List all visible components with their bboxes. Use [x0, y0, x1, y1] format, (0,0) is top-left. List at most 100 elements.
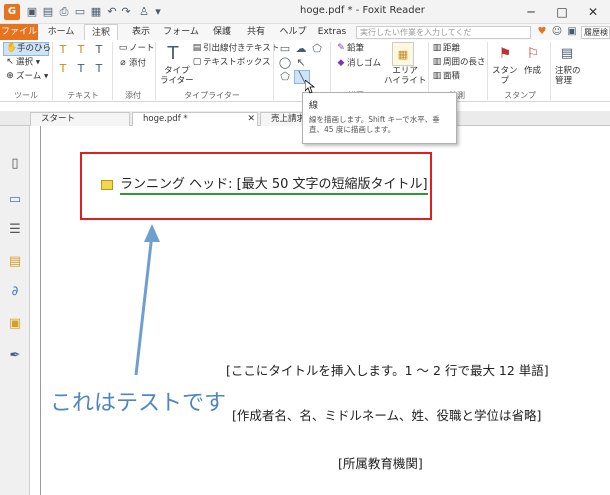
separator: [52, 42, 53, 100]
replace-text-icon[interactable]: T: [74, 62, 88, 76]
attach-file-button[interactable]: ⌀ 添付: [118, 58, 146, 70]
insert-text-icon[interactable]: T: [92, 62, 106, 76]
zoom-tool-button[interactable]: ⊕ ズーム ▾: [5, 71, 48, 83]
zoom-icon: ⊕: [6, 71, 14, 81]
tab-view[interactable]: 表示: [124, 24, 158, 40]
running-head-text[interactable]: ランニング ヘッド: [最大 50 文字の短縮版タイトル]: [120, 177, 428, 195]
left-navigation-panel: ▯ ▭ ☰ ▤ ∂ ▣ ✒: [0, 126, 30, 495]
undo-icon[interactable]: ↶: [106, 6, 118, 18]
user-icon[interactable]: ☺: [551, 26, 563, 38]
paperclip-icon: ⌀: [120, 58, 126, 68]
manage-comments-button[interactable]: 注釈の 管理: [555, 66, 581, 86]
maximize-button[interactable]: □: [547, 2, 577, 22]
tab-file[interactable]: ファイル: [0, 24, 38, 40]
tab-comment[interactable]: 注釈: [84, 24, 118, 40]
perimeter-button[interactable]: ▥ 周囲の長さ: [432, 57, 486, 69]
save-icon[interactable]: ▣: [26, 6, 38, 18]
manage-comments-icon[interactable]: ▤: [556, 42, 578, 66]
ribbon-toggle-icon[interactable]: ▣: [566, 26, 578, 38]
page-edge: [40, 126, 41, 495]
doc-tab-hoge[interactable]: hoge.pdf * ✕: [132, 112, 258, 126]
tell-me-search-input[interactable]: 実行したい作業を入力してくだ: [356, 26, 531, 39]
separator: [273, 42, 274, 100]
text-group-label: テキスト: [67, 91, 99, 100]
area-button[interactable]: ▥ 面積: [432, 71, 460, 83]
textbox-button[interactable]: ▢ テキストボックス: [192, 57, 271, 69]
polygon-line-icon[interactable]: ⬠: [310, 43, 324, 55]
tab-help[interactable]: ヘルプ: [274, 24, 312, 40]
typewriter-icon[interactable]: T: [162, 42, 184, 66]
print-icon[interactable]: ⎙: [58, 6, 70, 18]
separator: [155, 42, 156, 100]
hand-icon: ✋: [6, 43, 18, 53]
stamp-qat-icon[interactable]: ♙: [138, 6, 150, 18]
strikeout-text-icon[interactable]: T: [92, 43, 106, 57]
close-button[interactable]: ✕: [578, 2, 608, 22]
comments-icon[interactable]: ▤: [7, 254, 23, 270]
typewriter-group-label: タイプライター: [184, 91, 240, 100]
ellipse-icon[interactable]: ◯: [278, 57, 292, 69]
attachments-icon[interactable]: ∂: [7, 284, 23, 300]
bookmarks-icon[interactable]: ▭: [7, 192, 23, 208]
typewriter-button[interactable]: タイプ ライター: [160, 66, 194, 86]
tab-home[interactable]: ホーム: [44, 24, 78, 40]
note-button[interactable]: ▭ ノート: [118, 43, 155, 55]
tab-form[interactable]: フォーム: [162, 24, 200, 40]
textbox-icon: ▢: [192, 57, 202, 67]
rectangle-icon[interactable]: ▭: [278, 43, 292, 55]
minimize-button[interactable]: ─: [516, 2, 546, 22]
cloud-icon[interactable]: ☁: [294, 43, 308, 55]
page-icon[interactable]: ▭: [74, 6, 86, 18]
arrow-icon[interactable]: ↖: [294, 57, 308, 69]
eraser-button[interactable]: ◆ 消しゴム: [336, 58, 381, 70]
mouse-cursor-icon: [305, 80, 315, 94]
qat-dropdown-icon[interactable]: ▾: [152, 6, 164, 18]
stamp-button[interactable]: スタン プ: [492, 66, 518, 86]
doc-affiliation-placeholder[interactable]: [所属教育機関]: [338, 453, 423, 472]
attach-file-label: 添付: [129, 58, 147, 69]
zoom-tool-label: ズーム: [16, 71, 42, 82]
foxit-logo-icon[interactable]: G: [4, 4, 20, 20]
open-icon[interactable]: ▤: [42, 6, 54, 18]
doc-author-placeholder[interactable]: [作成者名、名、ミドルネーム、姓、役職と学位は省略]: [232, 405, 541, 424]
squiggly-text-icon[interactable]: T: [56, 62, 70, 76]
redo-icon[interactable]: ↷: [120, 6, 132, 18]
area-highlight-icon[interactable]: ▦: [392, 42, 414, 66]
polygon-icon[interactable]: ⬠: [278, 71, 292, 83]
stamp-icon[interactable]: ⚑: [494, 42, 516, 66]
eraser-label: 消しゴム: [347, 58, 382, 69]
annotation-text: これはテストです: [50, 391, 227, 416]
create-stamp-icon[interactable]: ⚐: [522, 42, 544, 66]
signature-icon[interactable]: ✒: [7, 348, 23, 364]
security-lock-icon[interactable]: ▣: [7, 316, 23, 332]
pencil-button[interactable]: ✎ 鉛筆: [336, 43, 364, 55]
tab-protect[interactable]: 保護: [206, 24, 238, 40]
tab-extras[interactable]: Extras: [314, 24, 350, 40]
doc-title-placeholder[interactable]: [ここにタイトルを挿入します。1 ～ 2 行で最大 12 単語]: [226, 360, 549, 379]
distance-button[interactable]: ▥ 距離: [432, 43, 460, 55]
callout-label: 引出線付きテキスト: [203, 43, 280, 54]
page-thumbnails-icon[interactable]: ▯: [7, 156, 23, 172]
hand-tool-button[interactable]: ✋手のひら: [3, 42, 51, 56]
tab-share[interactable]: 共有: [240, 24, 272, 40]
doc-tab-start[interactable]: スタート: [30, 112, 130, 126]
layers-icon[interactable]: ☰: [7, 222, 23, 238]
ruler-icon: ▥: [432, 43, 442, 53]
area-highlight-button[interactable]: エリア ハイライト: [384, 66, 426, 86]
find-input[interactable]: 履歴検: [581, 26, 610, 39]
underline-text-icon[interactable]: T: [74, 43, 88, 57]
comment-note-icon[interactable]: [101, 180, 113, 190]
window-icon[interactable]: ▦: [90, 6, 102, 18]
select-tool-button[interactable]: ↖ 選択 ▾: [5, 57, 40, 69]
area-label: 面積: [443, 71, 461, 82]
doc-tab-label: hoge.pdf *: [143, 114, 188, 124]
highlight-text-icon[interactable]: T: [56, 43, 70, 57]
separator: [112, 42, 113, 100]
tooltip-title: 線: [309, 101, 319, 111]
create-stamp-button[interactable]: 作成: [524, 66, 541, 77]
close-tab-icon[interactable]: ✕: [247, 113, 255, 125]
perimeter-label: 周囲の長さ: [443, 57, 486, 68]
heart-icon[interactable]: ♥: [536, 26, 548, 38]
callout-icon: ▤: [192, 43, 202, 53]
callout-button[interactable]: ▤ 引出線付きテキスト: [192, 43, 280, 55]
